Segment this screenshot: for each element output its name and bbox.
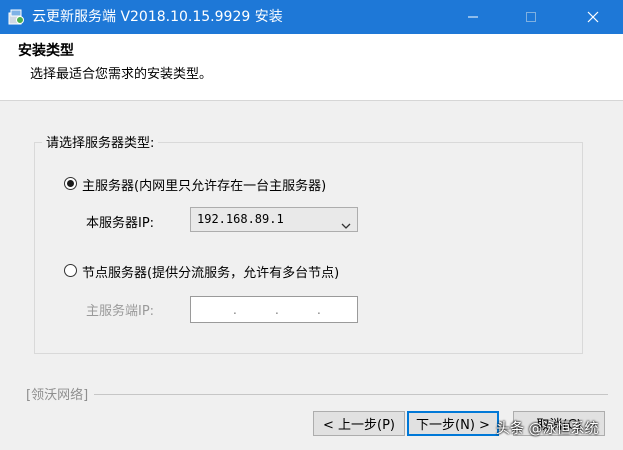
back-button[interactable]: < 上一步(P) — [313, 411, 405, 436]
close-icon — [587, 11, 599, 23]
next-button[interactable]: 下一步(N) > — [407, 411, 499, 436]
node-server-radio[interactable] — [64, 264, 77, 277]
master-ip-label: 主服务端IP: — [86, 304, 155, 319]
local-ip-value: 192.168.89.1 — [197, 212, 284, 226]
ip-separator: . — [233, 303, 237, 317]
main-server-label[interactable]: 主服务器(内网里只允许存在一台主服务器) — [82, 175, 326, 194]
window-title: 云更新服务端 V2018.10.15.9929 安装 — [32, 9, 283, 25]
chevron-down-icon — [341, 215, 351, 234]
group-legend: 请选择服务器类型: — [42, 132, 159, 151]
main-server-radio[interactable] — [64, 177, 77, 190]
master-ip-input[interactable]: . . . — [190, 296, 358, 323]
page-subtitle: 选择最适合您需求的安装类型。 — [30, 67, 213, 82]
installer-app-icon — [7, 8, 25, 26]
title-bar: 云更新服务端 V2018.10.15.9929 安装 — [0, 0, 623, 34]
close-button[interactable] — [570, 0, 616, 34]
page-title: 安装类型 — [18, 43, 74, 59]
node-server-label[interactable]: 节点服务器(提供分流服务，允许有多台节点) — [82, 262, 339, 281]
minimize-button[interactable] — [450, 0, 496, 34]
local-ip-select[interactable]: 192.168.89.1 — [190, 207, 358, 232]
local-ip-label: 本服务器IP: — [86, 216, 155, 231]
brand-label: [领沃网络] — [26, 384, 95, 403]
wizard-header: 安装类型 选择最适合您需求的安装类型。 — [0, 34, 623, 101]
minimize-icon — [468, 16, 478, 18]
ip-separator: . — [317, 303, 321, 317]
maximize-button[interactable] — [508, 0, 554, 34]
ip-separator: . — [275, 303, 279, 317]
maximize-icon — [526, 12, 536, 22]
watermark: 头条 @泳恒系统 — [496, 421, 599, 437]
footer-divider — [28, 394, 608, 395]
